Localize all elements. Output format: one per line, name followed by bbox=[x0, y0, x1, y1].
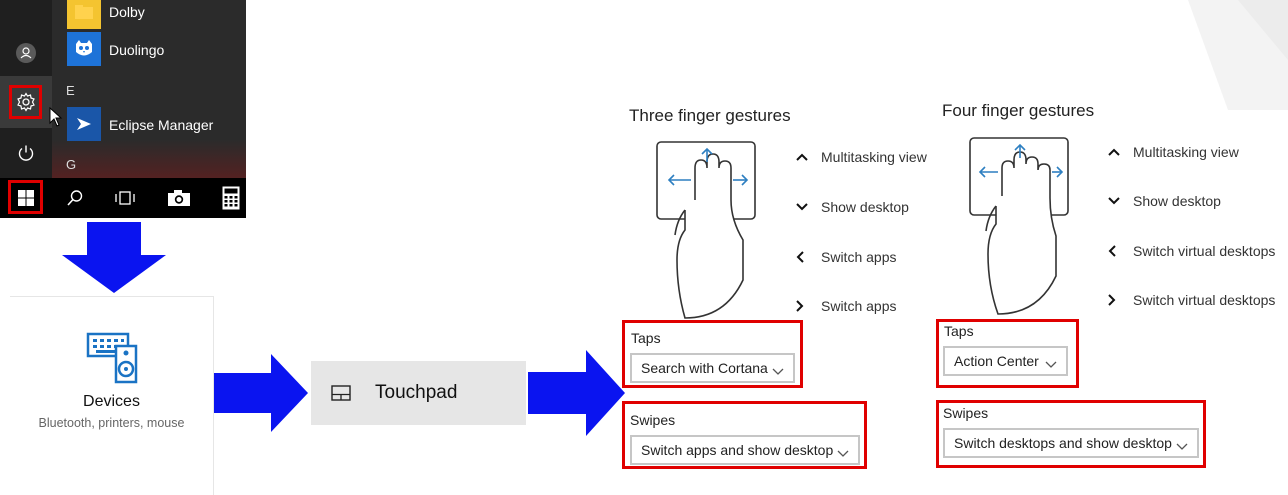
app-label-duolingo[interactable]: Duolingo bbox=[109, 42, 164, 58]
gesture-row: Switch virtual desktops bbox=[1107, 292, 1275, 308]
touchpad-nav-item[interactable]: Touchpad bbox=[311, 361, 526, 425]
gesture-label: Switch virtual desktops bbox=[1133, 292, 1276, 308]
chevron-down-icon bbox=[1107, 196, 1133, 206]
devices-title: Devices bbox=[83, 393, 140, 410]
devices-keyboard-speaker-icon bbox=[86, 332, 142, 384]
chevron-left-icon bbox=[795, 250, 821, 264]
four-finger-swipes-highlight-box bbox=[936, 400, 1206, 468]
devices-subtitle: Bluetooth, printers, mouse bbox=[38, 416, 185, 430]
calculator-icon[interactable] bbox=[219, 184, 243, 212]
background-decoration bbox=[1088, 0, 1288, 110]
three-finger-hand-illustration-icon bbox=[655, 140, 759, 320]
start-glow bbox=[52, 140, 246, 180]
user-icon[interactable] bbox=[14, 41, 38, 65]
gesture-label: Show desktop bbox=[821, 199, 909, 215]
camera-icon[interactable] bbox=[165, 185, 193, 211]
folder-icon bbox=[67, 0, 101, 29]
settings-highlight-box bbox=[9, 85, 42, 119]
touchpad-label: Touchpad bbox=[375, 382, 458, 403]
right-arrow-touchpad bbox=[528, 350, 625, 436]
gesture-label: Show desktop bbox=[1133, 193, 1221, 209]
gesture-label: Multitasking view bbox=[821, 149, 927, 165]
gesture-row: Switch apps bbox=[795, 298, 896, 314]
chevron-right-icon bbox=[1107, 293, 1133, 307]
chevron-up-icon bbox=[795, 152, 821, 162]
gesture-label: Multitasking view bbox=[1133, 144, 1239, 160]
right-arrow-devices bbox=[213, 354, 308, 432]
start-menu: Dolby Duolingo E Eclipse Manager G bbox=[0, 0, 246, 218]
power-icon[interactable] bbox=[14, 141, 38, 165]
four-finger-title: Four finger gestures bbox=[942, 101, 1095, 120]
chevron-down-icon bbox=[795, 202, 821, 212]
gesture-row: Multitasking view bbox=[795, 149, 927, 165]
gesture-row: Show desktop bbox=[795, 199, 909, 215]
three-finger-taps-highlight-box bbox=[622, 320, 803, 388]
app-label-dolby[interactable]: Dolby bbox=[109, 4, 145, 20]
gesture-row: Show desktop bbox=[1107, 193, 1221, 209]
search-icon[interactable] bbox=[63, 186, 87, 210]
gesture-row: Multitasking view bbox=[1107, 144, 1239, 160]
chevron-right-icon bbox=[795, 299, 821, 313]
three-finger-title: Three finger gestures bbox=[629, 106, 791, 125]
devices-settings-tile[interactable]: Devices Bluetooth, printers, mouse bbox=[10, 296, 214, 495]
gesture-row: Switch virtual desktops bbox=[1107, 243, 1275, 259]
start-button-highlight-box bbox=[8, 180, 43, 214]
letter-group-header[interactable]: G bbox=[66, 157, 76, 172]
eclipse-manager-icon bbox=[67, 107, 101, 141]
touchpad-icon bbox=[331, 384, 351, 402]
three-finger-swipes-highlight-box bbox=[622, 401, 867, 469]
chevron-left-icon bbox=[1107, 244, 1133, 258]
mouse-cursor-icon bbox=[48, 106, 64, 128]
chevron-up-icon bbox=[1107, 147, 1133, 157]
app-label-eclipse-manager[interactable]: Eclipse Manager bbox=[109, 117, 213, 133]
gesture-label: Switch apps bbox=[821, 298, 897, 314]
four-finger-hand-illustration-icon bbox=[968, 136, 1072, 316]
task-view-icon[interactable] bbox=[112, 186, 138, 210]
gesture-row: Switch apps bbox=[795, 249, 896, 265]
gesture-label: Switch apps bbox=[821, 249, 897, 265]
down-arrow bbox=[62, 222, 166, 293]
four-finger-taps-highlight-box bbox=[936, 319, 1079, 388]
duolingo-owl-icon bbox=[67, 32, 101, 66]
gesture-label: Switch virtual desktops bbox=[1133, 243, 1276, 259]
letter-group-header[interactable]: E bbox=[66, 83, 75, 98]
